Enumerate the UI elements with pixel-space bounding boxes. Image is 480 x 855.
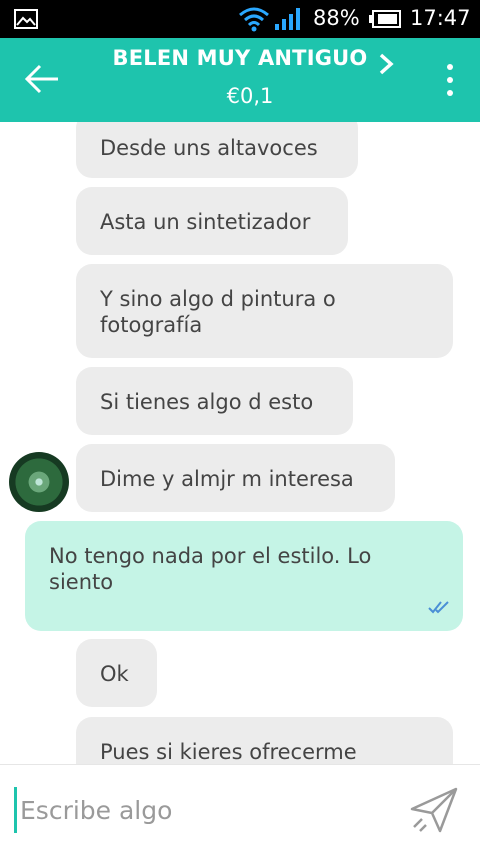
battery-icon (369, 10, 401, 28)
message-bubble-received: Si tienes algo d esto (76, 367, 353, 435)
battery-percent: 88% (313, 6, 360, 30)
message-text: Asta un sintetizador (100, 210, 311, 234)
chat-header: BELEN MUY ANTIGUO €0,1 (0, 38, 480, 122)
message-text: Y sino algo d pintura o fotografía (100, 287, 336, 337)
message-list[interactable]: Desde uns altavoces Asta un sintetizador… (0, 122, 480, 764)
signal-icon (275, 8, 300, 30)
item-price: €0,1 (226, 84, 274, 108)
chevron-right-icon[interactable] (376, 52, 396, 76)
message-composer (0, 764, 480, 855)
conversation-title-link[interactable]: BELEN MUY ANTIGUO (0, 46, 480, 70)
more-vert-icon[interactable] (440, 62, 460, 98)
message-bubble-received: Desde uns altavoces (76, 122, 358, 178)
conversation-title: BELEN MUY ANTIGUO (112, 46, 368, 70)
read-ticks-icon (428, 601, 449, 614)
message-text: Dime y almjr m interesa (100, 467, 354, 491)
message-text: No tengo nada por el estilo. Lo siento (49, 544, 372, 594)
message-bubble-received: Pues si kieres ofrecerme (76, 717, 453, 764)
message-input[interactable] (18, 789, 382, 831)
message-bubble-received: Y sino algo d pintura o fotografía (76, 264, 453, 358)
message-bubble-received: Ok (76, 639, 157, 707)
contact-avatar[interactable] (9, 452, 69, 512)
clock: 17:47 (410, 6, 471, 30)
send-icon[interactable] (410, 787, 458, 833)
gallery-icon (14, 9, 38, 29)
message-bubble-sent: No tengo nada por el estilo. Lo siento (25, 521, 463, 631)
message-text: Pues si kieres ofrecerme (100, 740, 357, 764)
wifi-icon (239, 7, 269, 32)
message-bubble-received: Asta un sintetizador (76, 187, 348, 255)
text-cursor (14, 787, 17, 833)
message-text: Desde uns altavoces (100, 136, 318, 160)
status-bar: 88% 17:47 (0, 0, 480, 38)
message-text: Si tienes algo d esto (100, 390, 314, 414)
message-bubble-received: Dime y almjr m interesa (76, 444, 395, 512)
message-text: Ok (100, 662, 129, 686)
